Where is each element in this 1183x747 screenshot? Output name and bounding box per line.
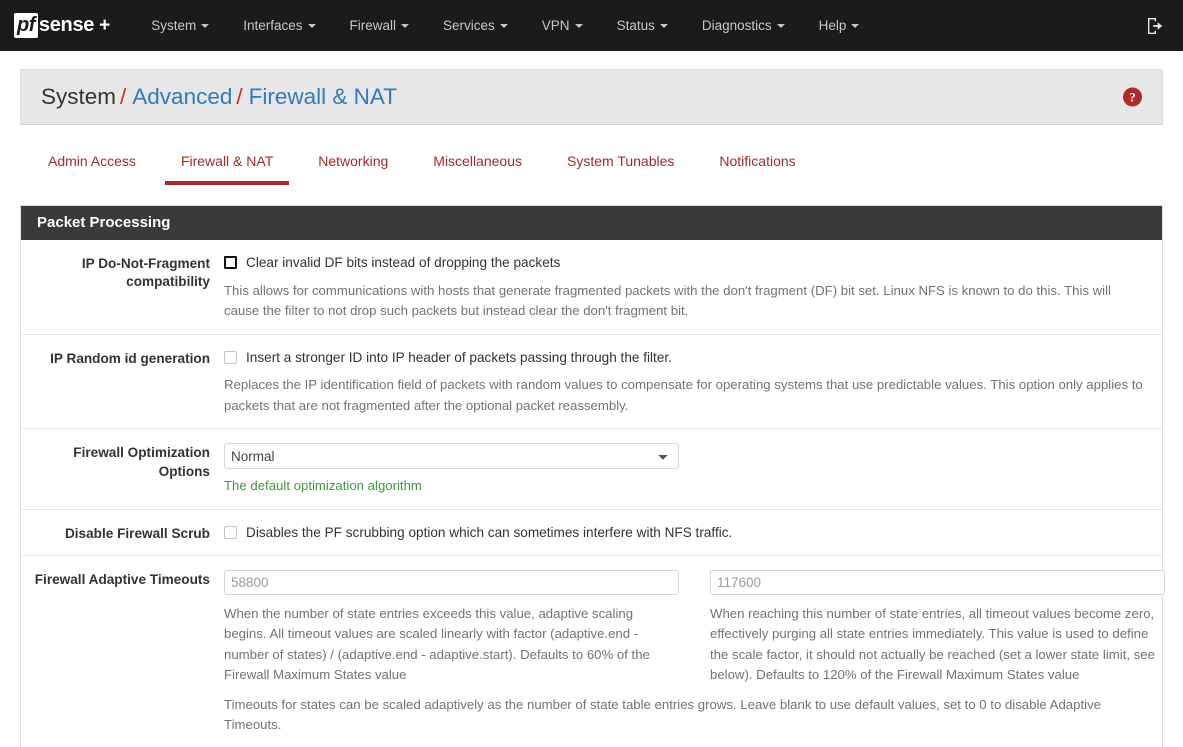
nav-item-system[interactable]: System: [134, 0, 226, 51]
adaptive-end-input[interactable]: [710, 569, 1165, 595]
brand-mark: pf: [14, 13, 38, 38]
tab-firewall-and-nat[interactable]: Firewall & NAT: [164, 147, 290, 185]
nav-label-vpn: VPN: [541, 18, 570, 33]
field-df-compatibility: Clear invalid DF bits instead of droppin…: [224, 254, 1162, 322]
chevron-down-icon: [776, 24, 785, 28]
chevron-down-icon: [574, 24, 583, 28]
help-optimization: The default optimization algorithm: [224, 478, 422, 494]
random-id-checkbox[interactable]: [224, 350, 237, 364]
adaptive-start-input[interactable]: [224, 569, 679, 595]
row-random-id: IP Random id generation Insert a stronge…: [21, 335, 1162, 430]
help-df-compatibility: This allows for communications with host…: [224, 282, 1111, 319]
nav-item-services[interactable]: Services: [426, 0, 525, 51]
chevron-down-icon: [499, 24, 508, 28]
logout-icon[interactable]: [1145, 16, 1165, 36]
nav-item-vpn[interactable]: VPN: [525, 0, 600, 51]
panel-title: Packet Processing: [21, 206, 1162, 240]
tab-system-tunables[interactable]: System Tunables: [551, 147, 690, 185]
tab-notifications[interactable]: Notifications: [703, 147, 811, 185]
label-optimization: Firewall Optimization Options: [73, 445, 210, 479]
df-compatibility-checkbox-label[interactable]: Clear invalid DF bits instead of droppin…: [246, 254, 560, 272]
nav-label-diagnostics: Diagnostics: [701, 18, 772, 33]
nav-item-help[interactable]: Help: [802, 0, 877, 51]
label-random-id: IP Random id generation: [50, 350, 210, 366]
field-disable-scrub: Disables the PF scrubbing option which c…: [224, 524, 1162, 543]
label-df-compatibility: IP Do-Not-Fragment compatibility: [81, 256, 210, 290]
panel-body: IP Do-Not-Fragment compatibility Clear i…: [21, 240, 1165, 747]
help-adaptive-full: Timeouts for states can be scaled adapti…: [224, 696, 1101, 733]
top-navbar: pf sense + System Interfaces Firewall Serv…: [0, 0, 1183, 51]
disable-scrub-checkbox[interactable]: [224, 525, 237, 539]
help-random-id: Replaces the IP identification field of …: [224, 377, 1143, 413]
adaptive-end-col: [710, 569, 1165, 595]
row-adaptive-timeouts: Firewall Adaptive Timeouts When the numb…: [21, 556, 1165, 747]
nav-item-diagnostics[interactable]: Diagnostics: [685, 0, 802, 51]
adaptive-end-help-col: When reaching this number of state entri…: [710, 595, 1165, 686]
chevron-down-icon: [201, 24, 210, 28]
random-id-checkbox-label[interactable]: Insert a stronger ID into IP header of p…: [246, 349, 672, 367]
adaptive-start-col: [224, 569, 679, 595]
page-container: System / Advanced / Firewall & NAT ? Adm…: [0, 69, 1183, 747]
brand-text: sense: [38, 14, 95, 36]
help-icon[interactable]: ?: [1123, 87, 1142, 107]
nav-item-firewall[interactable]: Firewall: [333, 0, 427, 51]
tab-miscellaneous[interactable]: Miscellaneous: [417, 147, 538, 185]
row-optimization: Firewall Optimization Options Normal Hig…: [21, 429, 1162, 510]
adaptive-help-row: When the number of state entries exceeds…: [224, 595, 1155, 686]
breadcrumb-root: System: [41, 84, 117, 109]
optimization-select[interactable]: Normal High latency Aggressive Conservat…: [224, 443, 679, 470]
chevron-down-icon: [307, 24, 316, 28]
row-df-compatibility: IP Do-Not-Fragment compatibility Clear i…: [21, 240, 1162, 335]
breadcrumb-current[interactable]: Firewall & NAT: [249, 84, 397, 110]
nav-label-help: Help: [818, 18, 847, 33]
checkbox-line-df: Clear invalid DF bits instead of droppin…: [224, 254, 1146, 272]
adaptive-inputs-row: [224, 569, 1165, 595]
nav-item-status[interactable]: Status: [600, 0, 685, 51]
breadcrumb-advanced[interactable]: Advanced: [132, 84, 232, 110]
disable-scrub-checkbox-label[interactable]: Disables the PF scrubbing option which c…: [246, 524, 732, 542]
packet-processing-panel: Packet Processing IP Do-Not-Fragment com…: [20, 205, 1165, 747]
navbar-menu: System Interfaces Firewall Services VPN …: [134, 0, 876, 51]
tab-networking[interactable]: Networking: [302, 147, 404, 185]
tab-admin-access[interactable]: Admin Access: [32, 147, 152, 185]
nav-item-interfaces[interactable]: Interfaces: [226, 0, 332, 51]
nav-label-system: System: [151, 18, 197, 33]
field-adaptive-timeouts: When the number of state entries exceeds…: [224, 569, 1165, 736]
field-optimization: Normal High latency Aggressive Conservat…: [224, 443, 1162, 496]
row-disable-scrub: Disable Firewall Scrub Disables the PF s…: [21, 510, 1162, 556]
chevron-down-icon: [401, 24, 410, 28]
navbar-right: [1145, 0, 1165, 51]
field-random-id: Insert a stronger ID into IP header of p…: [224, 349, 1162, 417]
adaptive-start-help-col: When the number of state entries exceeds…: [224, 595, 679, 686]
breadcrumb-separator: /: [120, 84, 127, 109]
help-adaptive-end: When reaching this number of state entri…: [710, 605, 1155, 683]
nav-label-status: Status: [616, 18, 655, 33]
df-compatibility-checkbox[interactable]: [224, 256, 237, 269]
nav-label-services: Services: [443, 18, 495, 33]
tab-bar: Admin Access Firewall & NAT Networking M…: [20, 147, 1163, 195]
breadcrumb-separator: /: [236, 84, 243, 109]
label-disable-scrub: Disable Firewall Scrub: [64, 525, 210, 541]
chevron-down-icon: [659, 24, 668, 28]
checkbox-line-scrub: Disables the PF scrubbing option which c…: [224, 524, 1146, 542]
label-adaptive-timeouts: Firewall Adaptive Timeouts: [34, 571, 210, 587]
nav-label-firewall: Firewall: [349, 18, 397, 33]
checkbox-line-random-id: Insert a stronger ID into IP header of p…: [224, 349, 1146, 367]
breadcrumb: System / Advanced / Firewall & NAT ?: [20, 69, 1163, 125]
help-adaptive-start: When the number of state entries exceeds…: [224, 605, 650, 683]
brand-plus: +: [99, 14, 111, 36]
nav-label-interfaces: Interfaces: [243, 18, 303, 33]
chevron-down-icon: [851, 24, 860, 28]
pfsense-logo[interactable]: pf sense +: [14, 13, 110, 38]
